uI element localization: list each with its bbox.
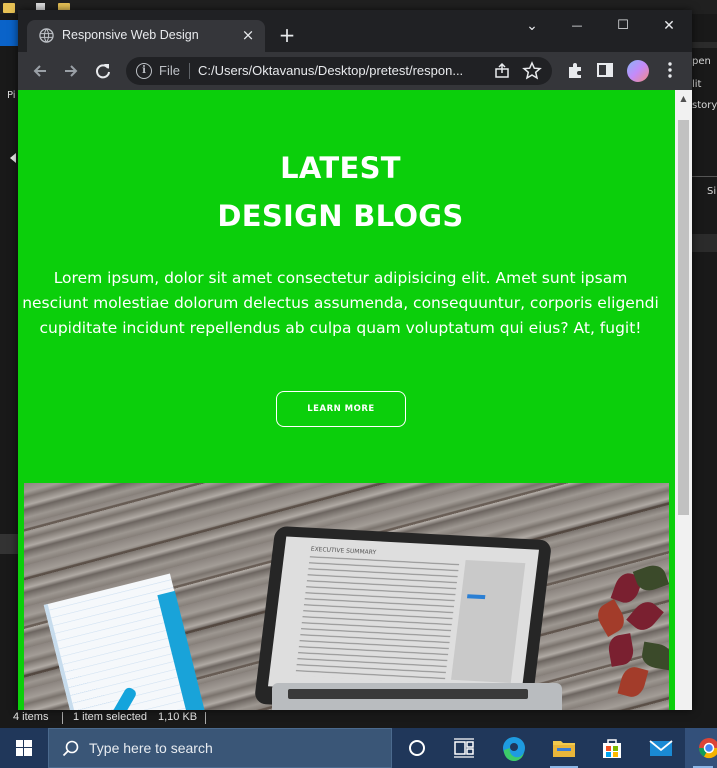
omnibox-divider (189, 63, 190, 79)
hero-heading: LATEST DESIGN BLOGS (18, 144, 663, 240)
windows-taskbar: Type here to search (0, 728, 717, 768)
hero-section: LATEST DESIGN BLOGS Lorem ipsum, dolor s… (18, 90, 675, 710)
maximize-button[interactable]: ☐ (609, 14, 637, 38)
edge-browser-icon[interactable] (490, 728, 538, 768)
desktop: pen lit story Pi Si 4 items 1 item selec… (0, 0, 717, 768)
cortana-icon[interactable] (393, 728, 441, 768)
browser-toolbar: i File C:/Users/Oktavanus/Desktop/pretes… (18, 52, 692, 90)
laptop-screen: EXECUTIVE SUMMARY (267, 536, 540, 700)
close-tab-icon[interactable]: × (239, 26, 257, 44)
search-icon (62, 740, 79, 757)
reload-icon[interactable] (90, 58, 116, 84)
chrome-icon (698, 738, 717, 759)
scrollbar-thumb[interactable] (678, 120, 689, 515)
tab-title: Responsive Web Design (62, 28, 199, 42)
search-placeholder: Type here to search (89, 740, 213, 756)
scroll-up-arrow-icon[interactable]: ▲ (675, 92, 692, 106)
explorer-divider (692, 176, 717, 177)
page-viewport: LATEST DESIGN BLOGS Lorem ipsum, dolor s… (18, 90, 692, 710)
status-divider (205, 712, 206, 724)
tab-responsive-web-design[interactable]: Responsive Web Design × (27, 20, 265, 52)
document-heading: EXECUTIVE SUMMARY (310, 545, 377, 557)
file-explorer-taskbar-button[interactable] (540, 728, 588, 768)
hero-paragraph: Lorem ipsum, dolor sit amet consectetur … (22, 269, 659, 337)
url-scheme-label: File (159, 63, 180, 78)
folder-icon (3, 3, 15, 13)
laptop-keyboard (272, 683, 562, 710)
explorer-left-strip (0, 534, 18, 554)
taskbar-search-box[interactable]: Type here to search (48, 728, 392, 768)
learn-more-button[interactable]: LEARN MORE (276, 391, 406, 427)
microsoft-store-icon[interactable] (588, 728, 636, 768)
bookmark-star-icon[interactable] (522, 61, 542, 81)
share-icon[interactable] (492, 61, 512, 81)
explorer-side-text: lit (692, 79, 702, 90)
leaf (593, 599, 629, 637)
explorer-selected-edge (0, 20, 18, 46)
address-bar[interactable]: i File C:/Users/Oktavanus/Desktop/pretes… (126, 57, 552, 85)
globe-icon (39, 28, 54, 43)
blog-hero-image: EXECUTIVE SUMMARY (24, 483, 669, 710)
side-panel-icon[interactable] (595, 60, 615, 80)
explorer-ribbon-strip (692, 42, 717, 48)
leaf (606, 633, 636, 667)
folder-icon (553, 741, 575, 757)
explorer-side-text: story (692, 100, 717, 111)
hero-heading-line: LATEST (280, 151, 401, 185)
leaf (626, 596, 664, 636)
profile-avatar[interactable] (627, 60, 649, 82)
minimize-button[interactable]: — (563, 14, 591, 38)
hero-heading-line: DESIGN BLOGS (217, 199, 464, 233)
forward-arrow-icon[interactable] (58, 58, 84, 84)
chrome-taskbar-button[interactable] (685, 728, 717, 768)
new-tab-button[interactable]: + (276, 24, 298, 46)
status-item-count: 4 items (13, 711, 49, 723)
extensions-puzzle-icon[interactable] (565, 60, 585, 80)
close-window-button[interactable]: ✕ (655, 14, 683, 38)
explorer-side-text: pen (692, 56, 711, 67)
document-text-lines (295, 555, 460, 684)
tab-search-chevron-down-icon[interactable]: ⌄ (518, 14, 546, 38)
kebab-menu-icon[interactable] (660, 60, 680, 80)
leaf (617, 664, 649, 700)
status-divider (62, 712, 63, 724)
plant-image-element (585, 561, 669, 710)
explorer-column-header[interactable]: Si (707, 186, 716, 197)
tab-strip: Responsive Web Design × + ⌄ — ☐ ✕ (18, 10, 692, 52)
task-view-icon[interactable] (440, 728, 488, 768)
mail-icon[interactable] (637, 728, 685, 768)
vertical-scrollbar[interactable]: ▲ (675, 90, 692, 710)
windows-start-icon[interactable] (0, 728, 48, 768)
browser-window: Responsive Web Design × + ⌄ — ☐ ✕ i File (18, 10, 692, 710)
explorer-side-text: Pi (7, 90, 16, 101)
leaf (640, 641, 669, 671)
url-text[interactable]: C:/Users/Oktavanus/Desktop/pretest/respo… (198, 63, 488, 78)
status-selected: 1 item selected (73, 711, 147, 723)
laptop-touchbar (288, 689, 528, 699)
chevron-left-icon[interactable] (10, 153, 16, 163)
status-size: 1,10 KB (158, 711, 198, 723)
document-panel-accent (466, 594, 486, 600)
document-side-panel (451, 559, 526, 683)
explorer-row-strip (692, 234, 717, 252)
info-icon[interactable]: i (136, 63, 152, 79)
explorer-status-bar: 4 items 1 item selected 1,10 KB (0, 708, 717, 728)
back-arrow-icon[interactable] (27, 58, 53, 84)
